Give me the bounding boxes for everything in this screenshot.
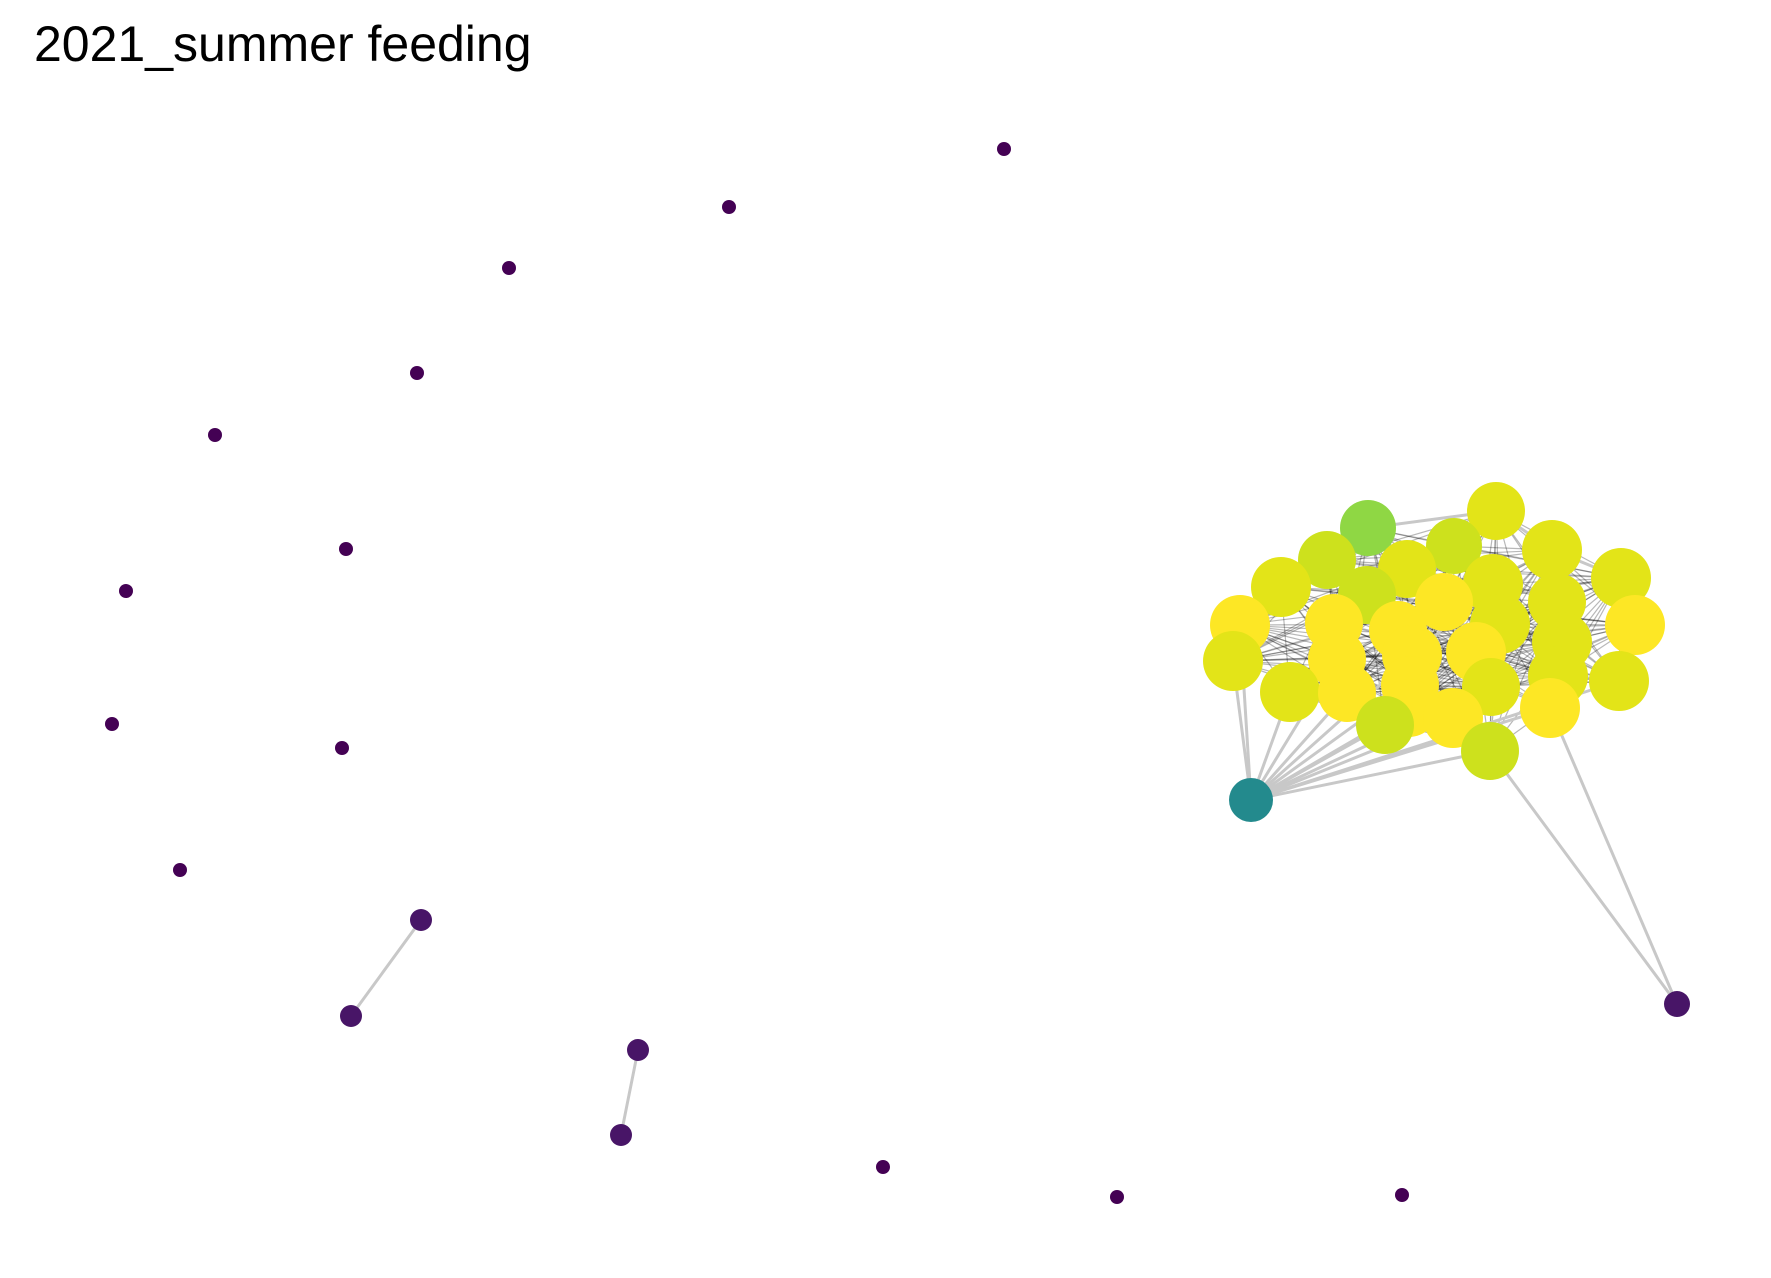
node-cluster: [1260, 662, 1320, 722]
node-isolated: [335, 741, 349, 755]
node-cluster: [1203, 631, 1263, 691]
node-cluster: [1461, 722, 1519, 780]
node-paired: [410, 909, 432, 931]
node-isolated: [410, 366, 424, 380]
node-isolated: [722, 200, 736, 214]
node-isolated: [119, 584, 133, 598]
edge-pair: [349, 918, 423, 1018]
node-isolated: [876, 1160, 890, 1174]
node-cluster: [1605, 595, 1665, 655]
node-isolated: [1110, 1190, 1124, 1204]
node-cluster: [1520, 678, 1580, 738]
node-cluster: [1356, 696, 1414, 754]
node-isolated: [502, 261, 516, 275]
node-isolated: [1395, 1188, 1409, 1202]
node-isolated: [997, 142, 1011, 156]
node-outlier: [1664, 991, 1690, 1017]
node-cluster: [1589, 651, 1649, 711]
node-isolated: [173, 863, 187, 877]
edge-pair: [619, 1048, 640, 1137]
node-cluster: [1522, 520, 1582, 580]
node-paired: [610, 1124, 632, 1146]
network-graph: [105, 142, 1690, 1204]
node-paired: [627, 1039, 649, 1061]
node-hub: [1229, 778, 1273, 822]
node-isolated: [208, 428, 222, 442]
node-paired: [340, 1005, 362, 1027]
node-isolated: [105, 717, 119, 731]
node-isolated: [339, 542, 353, 556]
